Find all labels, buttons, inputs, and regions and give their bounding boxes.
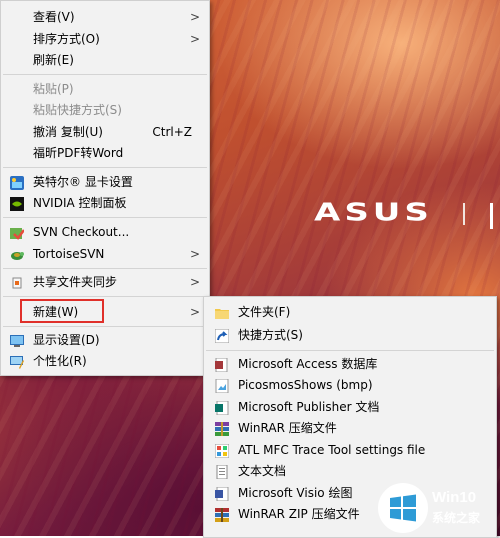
menu-item-undo-copy[interactable]: 撤消 复制(U) Ctrl+Z [1, 121, 209, 143]
menu-item-refresh[interactable]: 刷新(E) [1, 49, 209, 71]
menu-separator [3, 326, 207, 327]
publisher-document-icon [215, 400, 229, 416]
menu-item-foxit-pdf-to-word[interactable]: 福昕PDF转Word [1, 142, 209, 164]
menu-item-label: NVIDIA 控制面板 [33, 196, 127, 210]
personalize-icon [10, 354, 24, 369]
submenu-item-publisher-document[interactable]: Microsoft Publisher 文档 [204, 396, 496, 418]
menu-item-label: WinRAR 压缩文件 [238, 421, 337, 435]
watermark-subtitle: 系统之家 [432, 511, 481, 525]
submenu-item-folder[interactable]: 文件夹(F) [204, 301, 496, 323]
submenu-item-atl-mfc-trace-settings[interactable]: ATL MFC Trace Tool settings file [204, 439, 496, 461]
menu-item-nvidia-control-panel[interactable]: NVIDIA 控制面板 [1, 192, 209, 214]
winrar-zip-icon [215, 507, 229, 522]
chevron-right-icon: > [189, 32, 200, 46]
submenu-item-text-document[interactable]: 文本文档 [204, 460, 496, 482]
menu-item-tortoisesvn[interactable]: TortoiseSVN > [1, 243, 209, 265]
menu-item-label: PicosmosShows (bmp) [238, 378, 373, 392]
menu-item-label: 英特尔® 显卡设置 [33, 175, 133, 189]
winrar-archive-icon [215, 421, 229, 436]
menu-separator [206, 350, 494, 351]
display-settings-icon [10, 333, 24, 347]
chevron-right-icon: > [189, 305, 200, 319]
menu-item-paste-shortcut: 粘贴快捷方式(S) [1, 99, 209, 121]
chevron-right-icon: > [189, 247, 200, 261]
watermark-title: Win10 [432, 489, 477, 506]
menu-item-label: SVN Checkout... [33, 225, 130, 239]
submenu-item-picosmos-bmp[interactable]: PicosmosShows (bmp) [204, 374, 496, 396]
atl-mfc-trace-icon [214, 443, 230, 459]
menu-separator [3, 217, 207, 218]
menu-item-label: 显示设置(D) [33, 333, 100, 347]
menu-item-intel-graphics[interactable]: 英特尔® 显卡设置 [1, 171, 209, 193]
menu-item-label: 个性化(R) [33, 354, 87, 368]
image-file-icon [215, 378, 229, 394]
menu-separator [3, 167, 207, 168]
submenu-item-winrar-archive[interactable]: WinRAR 压缩文件 [204, 417, 496, 439]
asus-logo: ASUS [314, 198, 433, 227]
menu-item-label: Microsoft Publisher 文档 [238, 400, 380, 414]
windows-logo-icon [378, 483, 428, 533]
menu-separator [3, 268, 207, 269]
nvidia-icon [10, 196, 24, 211]
visio-drawing-icon [215, 486, 229, 502]
text-document-icon [215, 464, 229, 480]
menu-separator [3, 74, 207, 75]
shared-folder-sync-icon [10, 275, 24, 289]
menu-item-paste: 粘贴(P) [1, 78, 209, 100]
submenu-item-access-database[interactable]: Microsoft Access 数据库 [204, 353, 496, 375]
chevron-right-icon: > [189, 10, 200, 24]
menu-item-label: WinRAR ZIP 压缩文件 [238, 507, 360, 521]
menu-item-label: 福昕PDF转Word [33, 146, 124, 160]
menu-separator [3, 296, 207, 297]
menu-item-label: 撤消 复制(U) [33, 125, 103, 139]
menu-item-label: 查看(V) [33, 10, 75, 24]
menu-item-label: 文件夹(F) [238, 305, 291, 319]
menu-item-sort-by[interactable]: 排序方式(O) > [1, 28, 209, 50]
shortcut-icon [214, 328, 230, 344]
menu-item-label: 快捷方式(S) [238, 328, 303, 342]
menu-item-label: 文本文档 [238, 464, 287, 478]
site-watermark: Win10 系统之家 [378, 483, 500, 536]
menu-item-label: 粘贴(P) [33, 82, 74, 96]
menu-item-view[interactable]: 查看(V) > [1, 6, 209, 28]
menu-item-label: 排序方式(O) [33, 32, 100, 46]
menu-item-label: 粘贴快捷方式(S) [33, 103, 122, 117]
intel-graphics-icon [10, 175, 24, 190]
annotation-highlight-box [20, 299, 104, 323]
submenu-item-shortcut[interactable]: 快捷方式(S) [204, 324, 496, 346]
menu-item-personalize[interactable]: 个性化(R) [1, 350, 209, 372]
access-database-icon [215, 357, 229, 373]
menu-item-display-settings[interactable]: 显示设置(D) [1, 329, 209, 351]
menu-item-label: 刷新(E) [33, 53, 74, 67]
chevron-right-icon: > [189, 275, 200, 289]
menu-item-label: Microsoft Access 数据库 [238, 357, 378, 371]
menu-item-label: TortoiseSVN [33, 247, 105, 261]
menu-item-label: ATL MFC Trace Tool settings file [238, 443, 426, 457]
logo-mark [490, 203, 493, 229]
menu-item-label: Microsoft Visio 绘图 [238, 486, 353, 500]
menu-item-svn-checkout[interactable]: SVN Checkout... [1, 221, 209, 243]
shortcut-text: Ctrl+Z [152, 125, 192, 139]
folder-icon [215, 305, 229, 319]
tortoisesvn-icon [10, 247, 24, 261]
svn-checkout-icon [10, 225, 25, 240]
logo-divider [463, 203, 465, 225]
menu-item-shared-folder-sync[interactable]: 共享文件夹同步 > [1, 271, 209, 293]
menu-item-label: 共享文件夹同步 [33, 275, 118, 289]
